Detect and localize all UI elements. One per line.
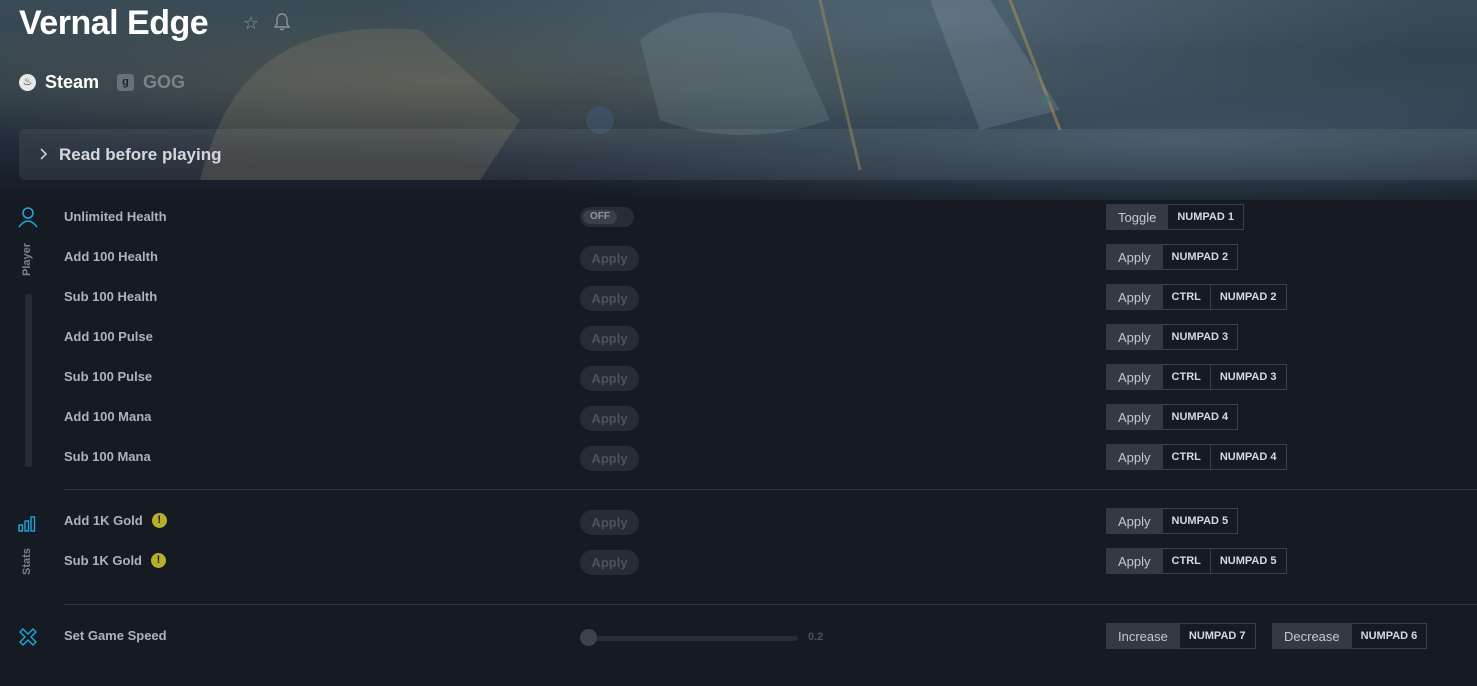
hotkey-key[interactable]: NUMPAD 4	[1210, 444, 1287, 470]
cheat-name: Add 100 Pulse	[64, 329, 153, 344]
cheat-row-unlimited-health: Unlimited Health OFF Toggle NUMPAD 1	[0, 198, 1477, 238]
tab-gog-label: GOG	[143, 72, 186, 92]
steam-icon: ♨	[19, 74, 36, 91]
hotkey-group: Apply NUMPAD 5	[1106, 508, 1239, 534]
hotkey-group-increase: Increase NUMPAD 7	[1106, 623, 1256, 649]
hotkey-key[interactable]: NUMPAD 5	[1210, 548, 1287, 574]
cheat-row-sub-100-pulse: Sub 100 Pulse Apply Apply CTRL NUMPAD 3	[0, 358, 1477, 398]
hotkey-group: Apply CTRL NUMPAD 4	[1106, 444, 1287, 470]
hotkey-key[interactable]: NUMPAD 4	[1162, 404, 1239, 430]
cheat-row-sub-100-health: Sub 100 Health Apply Apply CTRL NUMPAD 2	[0, 278, 1477, 318]
hotkey-key[interactable]: NUMPAD 2	[1210, 284, 1287, 310]
cheat-row-set-game-speed: Set Game Speed 0.2 Increase NUMPAD 7 Dec…	[0, 617, 1477, 657]
apply-button[interactable]: Apply	[580, 366, 639, 391]
hotkey-modifier[interactable]: CTRL	[1162, 444, 1211, 470]
gog-icon: g	[117, 74, 135, 91]
cheat-name: Add 1K Gold	[64, 513, 143, 528]
game-speed-value: 0.2	[808, 631, 824, 643]
cheat-row-add-100-pulse: Add 100 Pulse Apply Apply NUMPAD 3	[0, 318, 1477, 358]
hotkey-key[interactable]: NUMPAD 5	[1162, 508, 1239, 534]
hotkey-action[interactable]: Apply	[1106, 284, 1163, 310]
apply-button[interactable]: Apply	[580, 510, 639, 535]
cheat-name: Unlimited Health	[64, 209, 167, 224]
game-title: Vernal Edge	[19, 4, 209, 42]
hotkey-action[interactable]: Increase	[1106, 623, 1180, 649]
cheat-name: Add 100 Health	[64, 249, 158, 264]
hotkey-action[interactable]: Apply	[1106, 364, 1163, 390]
warning-icon[interactable]: !	[151, 513, 167, 528]
hotkey-action[interactable]: Apply	[1106, 508, 1163, 534]
cheat-name: Add 100 Mana	[64, 409, 152, 424]
apply-button[interactable]: Apply	[580, 550, 639, 575]
hotkey-group: Apply NUMPAD 3	[1106, 324, 1239, 350]
cheat-row-add-100-mana: Add 100 Mana Apply Apply NUMPAD 4	[0, 398, 1477, 438]
apply-button[interactable]: Apply	[580, 246, 639, 271]
hotkey-key[interactable]: NUMPAD 6	[1351, 623, 1428, 649]
hotkey-modifier[interactable]: CTRL	[1162, 364, 1211, 390]
cheat-row-sub-1k-gold: Sub 1K Gold ! Apply Apply CTRL NUMPAD 5	[0, 542, 1477, 582]
warning-icon[interactable]: !	[151, 553, 166, 568]
hotkey-group: Apply NUMPAD 4	[1106, 404, 1239, 430]
hotkey-group: Toggle NUMPAD 1	[1106, 204, 1244, 230]
cheat-row-sub-100-mana: Sub 100 Mana Apply Apply CTRL NUMPAD 4	[0, 438, 1477, 478]
hotkey-key[interactable]: NUMPAD 3	[1210, 364, 1287, 390]
hotkey-modifier[interactable]: CTRL	[1162, 548, 1211, 574]
cheat-name: Sub 100 Health	[64, 289, 158, 304]
star-icon[interactable]: ☆	[241, 13, 261, 33]
game-speed-slider-handle[interactable]	[580, 629, 597, 646]
cheat-name: Sub 100 Mana	[64, 449, 151, 464]
hotkey-modifier[interactable]: CTRL	[1162, 284, 1211, 310]
apply-button[interactable]: Apply	[580, 326, 639, 351]
unlimited-health-toggle[interactable]: OFF	[580, 207, 634, 227]
platform-tabs: ♨ Steam g GOG	[19, 72, 185, 93]
hotkey-action[interactable]: Apply	[1106, 444, 1163, 470]
chevron-right-icon	[39, 147, 59, 163]
hotkey-key[interactable]: NUMPAD 1	[1168, 204, 1244, 230]
cheat-name: Sub 100 Pulse	[64, 369, 153, 384]
cheat-row-add-1k-gold: Add 1K Gold ! Apply Apply NUMPAD 5	[0, 502, 1477, 542]
hotkey-action[interactable]: Toggle	[1106, 204, 1169, 230]
game-speed-slider-track[interactable]	[588, 636, 798, 641]
hotkey-action[interactable]: Apply	[1106, 244, 1163, 270]
section-divider	[64, 489, 1477, 490]
hotkey-action[interactable]: Apply	[1106, 404, 1163, 430]
read-before-playing-expander[interactable]: Read before playing	[19, 129, 1477, 180]
hotkey-key[interactable]: NUMPAD 7	[1179, 623, 1256, 649]
hotkey-group-decrease: Decrease NUMPAD 6	[1272, 623, 1428, 649]
cheat-name: Sub 1K Gold	[64, 553, 142, 568]
cheat-name: Set Game Speed	[64, 628, 167, 643]
apply-button[interactable]: Apply	[580, 406, 639, 431]
read-before-playing-label: Read before playing	[59, 144, 222, 164]
toggle-state: OFF	[583, 210, 617, 224]
hotkey-action[interactable]: Apply	[1106, 324, 1163, 350]
cheat-row-add-100-health: Add 100 Health Apply Apply NUMPAD 2	[0, 238, 1477, 278]
hotkey-group: Apply CTRL NUMPAD 5	[1106, 548, 1287, 574]
hotkey-group: Apply NUMPAD 2	[1106, 244, 1239, 270]
apply-button[interactable]: Apply	[580, 446, 639, 471]
hotkey-key[interactable]: NUMPAD 3	[1162, 324, 1239, 350]
tab-steam-label: Steam	[45, 72, 100, 92]
bell-icon[interactable]	[274, 13, 294, 33]
hotkey-group: Apply CTRL NUMPAD 3	[1106, 364, 1287, 390]
tab-gog[interactable]: g GOG	[117, 72, 185, 93]
hotkey-group: Apply CTRL NUMPAD 2	[1106, 284, 1287, 310]
section-divider	[64, 604, 1477, 605]
hotkey-key[interactable]: NUMPAD 2	[1162, 244, 1239, 270]
apply-button[interactable]: Apply	[580, 286, 639, 311]
tab-steam[interactable]: ♨ Steam	[19, 72, 99, 93]
hotkey-action[interactable]: Apply	[1106, 548, 1163, 574]
hotkey-action[interactable]: Decrease	[1272, 623, 1352, 649]
